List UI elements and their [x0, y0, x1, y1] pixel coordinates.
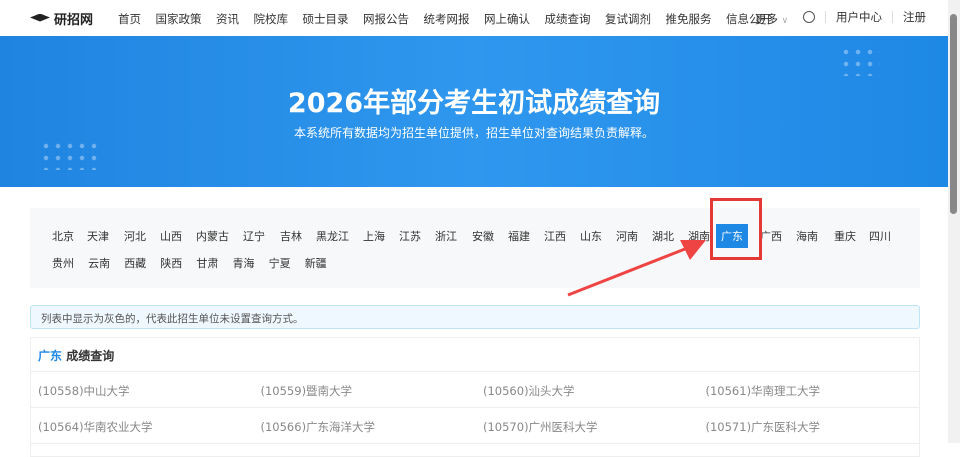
scrollbar[interactable] [948, 0, 960, 443]
school-link[interactable]: (10558)中山大学 [38, 383, 130, 399]
school-link[interactable]: (10571)广东医科大学 [706, 419, 821, 435]
school-link[interactable]: (10570)广州医科大学 [483, 419, 598, 435]
table-row: (10558)中山大学 (10559)暨南大学 (10560)汕头大学 (10561)… [31, 372, 919, 408]
results-province: 广东 [38, 349, 63, 363]
school-link[interactable]: (10561)华南理工大学 [706, 383, 821, 399]
school-link[interactable]: (10560)汕头大学 [483, 383, 575, 399]
school-link[interactable]: (10564)华南农业大学 [38, 419, 153, 435]
school-link[interactable]: (10566)广东海洋大学 [261, 419, 376, 435]
table-row: (10564)华南农业大学 (10566)广东海洋大学 (10570)广州医科大学 (… [31, 408, 919, 444]
notice-bar: 列表中显示为灰色的，代表此招生单位未设置查询方式。 [30, 305, 920, 329]
scrollbar-thumb[interactable] [950, 14, 957, 214]
school-link[interactable]: (10559)暨南大学 [261, 383, 353, 399]
results-panel: 广东 成绩查询 (10558)中山大学 (10559)暨南大学 (10560)汕头大… [30, 337, 920, 457]
results-title: 成绩查询 [66, 349, 115, 363]
